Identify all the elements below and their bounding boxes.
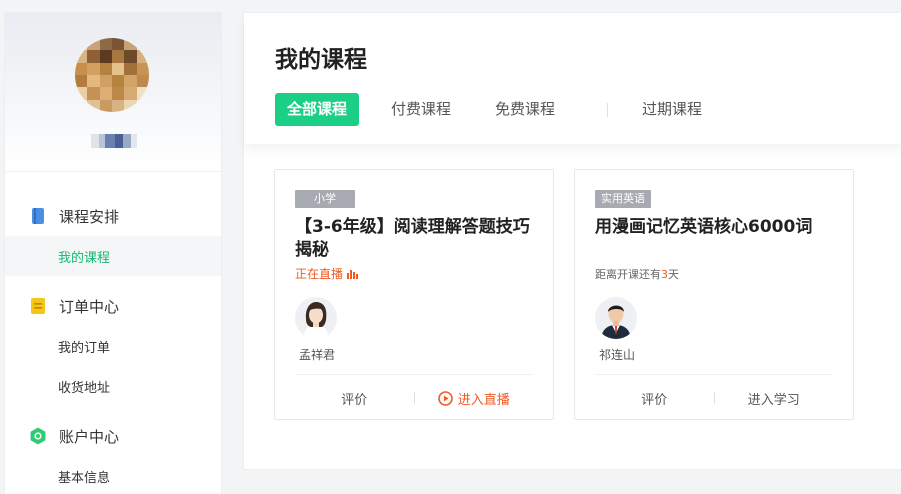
live-bars-icon	[347, 269, 359, 279]
card-footer: 评价 进入学习	[595, 374, 833, 421]
tab-expired-courses[interactable]: 过期课程	[630, 93, 714, 126]
tab-paid-courses[interactable]: 付费课程	[379, 93, 463, 126]
review-button[interactable]: 评价	[295, 389, 414, 408]
sidebar-item-shipping-address[interactable]: 收货地址	[5, 366, 221, 406]
gear-icon	[29, 427, 47, 445]
sidebar-item-basic-info[interactable]: 基本信息	[5, 456, 221, 494]
teacher-avatar	[595, 297, 637, 339]
course-title[interactable]: 用漫画记忆英语核心6000词	[595, 216, 835, 239]
profile-header	[5, 13, 221, 172]
sidebar-item-my-orders[interactable]: 我的订单	[5, 326, 221, 366]
review-button[interactable]: 评价	[595, 389, 714, 408]
teacher-name: 孟祥君	[299, 348, 336, 362]
enter-live-label: 进入直播	[457, 392, 510, 408]
sidebar: 课程安排 我的课程 订单中心 我的订单 收货地址 账户中心 基本信息	[4, 12, 222, 494]
start-countdown: 距离开课还有3天	[595, 266, 679, 282]
page-title: 我的课程	[275, 47, 367, 73]
teacher-name: 祁连山	[599, 348, 636, 362]
nav-group-label: 账户中心	[59, 427, 120, 446]
sidebar-item-label: 收货地址	[58, 380, 111, 396]
book-icon	[29, 207, 47, 225]
nav-group-course-schedule[interactable]: 课程安排	[5, 196, 221, 236]
username-redacted	[91, 134, 137, 148]
main-panel: 我的课程 全部课程 付费课程 免费课程 过期课程 小学 【3-6年级】阅读理解答…	[243, 12, 901, 470]
sidebar-nav: 课程安排 我的课程 订单中心 我的订单 收货地址 账户中心 基本信息	[5, 172, 221, 494]
play-circle-icon	[437, 390, 453, 406]
enter-study-button[interactable]: 进入学习	[715, 389, 834, 408]
nav-group-order-center[interactable]: 订单中心	[5, 286, 221, 326]
course-card[interactable]: 实用英语 用漫画记忆英语核心6000词 距离开课还有3天 祁连山 评价 进入学习	[574, 169, 854, 420]
tab-divider	[607, 102, 609, 117]
sidebar-item-label: 基本信息	[58, 470, 111, 486]
tab-all-courses[interactable]: 全部课程	[275, 93, 360, 126]
sidebar-item-label: 我的课程	[58, 250, 111, 266]
course-title[interactable]: 【3-6年级】阅读理解答题技巧揭秘	[295, 216, 535, 262]
nav-group-label: 课程安排	[59, 207, 120, 226]
teacher-avatar	[295, 297, 337, 339]
sidebar-item-my-courses[interactable]: 我的课程	[5, 236, 221, 276]
note-icon	[29, 297, 47, 315]
enter-live-button[interactable]: 进入直播	[415, 389, 534, 408]
nav-group-label: 订单中心	[59, 297, 120, 316]
live-status-label: 正在直播	[295, 267, 344, 281]
countdown-suffix: 天	[668, 268, 679, 281]
sidebar-item-label: 我的订单	[58, 340, 111, 356]
main-header: 我的课程 全部课程 付费课程 免费课程 过期课程	[244, 13, 901, 144]
tab-free-courses[interactable]: 免费课程	[483, 93, 567, 126]
card-footer: 评价 进入直播	[295, 374, 533, 421]
avatar[interactable]	[75, 38, 149, 112]
course-tag: 实用英语	[595, 190, 651, 208]
live-status: 正在直播	[295, 265, 359, 282]
countdown-prefix: 距离开课还有	[595, 268, 661, 281]
course-card[interactable]: 小学 【3-6年级】阅读理解答题技巧揭秘 正在直播 孟祥君 评价 进入直播	[274, 169, 554, 420]
course-tabs: 全部课程 付费课程 免费课程 过期课程	[275, 93, 734, 126]
course-tag: 小学	[295, 190, 355, 208]
nav-group-account-center[interactable]: 账户中心	[5, 416, 221, 456]
countdown-days: 3	[661, 268, 668, 281]
